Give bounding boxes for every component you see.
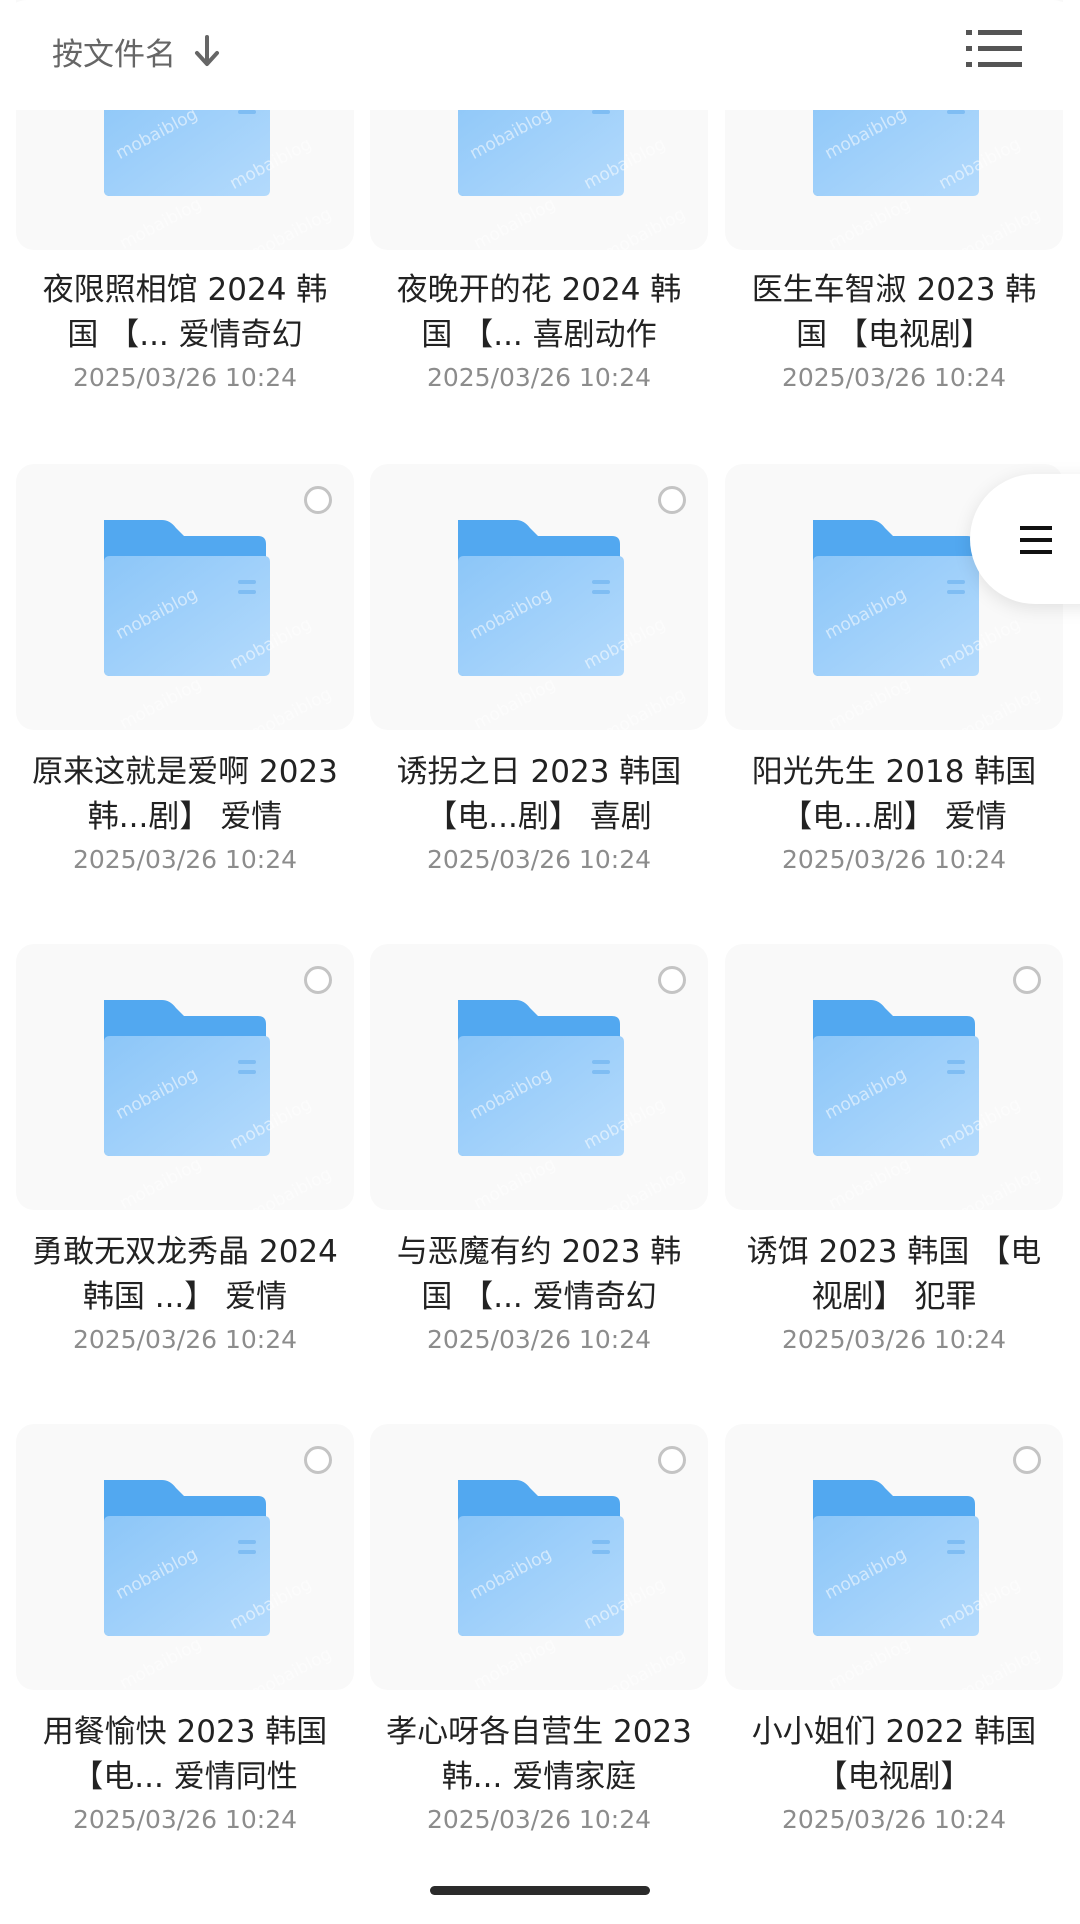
folder-caption[interactable]: 医生车智淑 2023 韩国 【电视剧】 2025/03/26 10:24 [725,268,1063,396]
folder-tile[interactable]: mobaiblog mobaiblog mobaiblog mobaiblog [16,944,354,1210]
folder-icon [813,1480,979,1636]
watermark-text: mobaiblog [825,1154,915,1210]
folder-icon [813,520,979,676]
folder-icon [458,1480,624,1636]
folder-date: 2025/03/26 10:24 [426,363,652,392]
watermark-text: mobaiblog [246,1644,336,1690]
folder-date: 2025/03/26 10:24 [781,845,1007,874]
file-grid: mobaiblog mobaiblog mobaiblog mobaiblog 夜限照相… [0,0,1080,1924]
select-radio[interactable] [304,1446,332,1474]
watermark-text: mobaiblog [246,684,336,730]
folder-name: 用餐愉快 2023 韩国 【电... 爱情同性 [42,1714,328,1795]
folder-icon [104,1000,270,1156]
folder-date: 2025/03/26 10:24 [426,1325,652,1354]
sort-by-name-button[interactable]: 按文件名 [52,26,220,76]
folder-tile[interactable]: mobaiblog mobaiblog mobaiblog mobaiblog [370,944,708,1210]
watermark-text: mobaiblog [246,1164,336,1210]
select-radio[interactable] [304,966,332,994]
folder-date: 2025/03/26 10:24 [781,1805,1007,1834]
watermark-text: mobaiblog [600,204,690,250]
watermark-text: mobaiblog [600,1644,690,1690]
folder-icon [458,520,624,676]
watermark-text: mobaiblog [470,1154,560,1210]
folder-caption[interactable]: 用餐愉快 2023 韩国 【电... 爱情同性 2025/03/26 10:24 [16,1710,354,1838]
folder-tile[interactable]: mobaiblog mobaiblog mobaiblog mobaiblog [16,464,354,730]
folder-icon [458,1000,624,1156]
select-radio[interactable] [658,486,686,514]
folder-caption[interactable]: 小小姐们 2022 韩国 【电视剧】 2025/03/26 10:24 [725,1710,1063,1838]
menu-icon [1020,526,1052,554]
folder-tile[interactable]: mobaiblog mobaiblog mobaiblog mobaiblog [725,1424,1063,1690]
folder-name: 与恶魔有约 2023 韩国 【... 爱情奇幻 [396,1234,682,1315]
folder-name: 孝心呀各自营生 2023 韩... 爱情家庭 [386,1714,692,1795]
folder-caption[interactable]: 诱饵 2023 韩国 【电视剧】 犯罪 2025/03/26 10:24 [725,1230,1063,1358]
folder-caption[interactable]: 夜晚开的花 2024 韩国 【... 喜剧动作 2025/03/26 10:24 [370,268,708,396]
folder-caption[interactable]: 勇敢无双龙秀晶 2024 韩国 ...】 爱情 2025/03/26 10:24 [16,1230,354,1358]
folder-tile[interactable]: mobaiblog mobaiblog mobaiblog mobaiblog [725,944,1063,1210]
watermark-text: mobaiblog [116,1634,206,1690]
watermark-text: mobaiblog [470,1634,560,1690]
list-view-icon[interactable] [966,24,1022,74]
watermark-text: mobaiblog [825,674,915,730]
select-radio[interactable] [1013,1446,1041,1474]
watermark-text: mobaiblog [600,684,690,730]
folder-date: 2025/03/26 10:24 [781,1325,1007,1354]
select-radio[interactable] [304,486,332,514]
folder-name: 夜晚开的花 2024 韩国 【... 喜剧动作 [396,272,682,353]
sort-label: 按文件名 [52,36,176,73]
folder-date: 2025/03/26 10:24 [781,363,1007,392]
watermark-text: mobaiblog [116,674,206,730]
watermark-text: mobaiblog [470,674,560,730]
arrow-down-icon [195,35,219,66]
watermark-text: mobaiblog [116,194,206,250]
folder-date: 2025/03/26 10:24 [426,1805,652,1834]
folder-caption[interactable]: 诱拐之日 2023 韩国 【电...剧】 喜剧 2025/03/26 10:24 [370,750,708,878]
select-radio[interactable] [658,1446,686,1474]
folder-icon [104,520,270,676]
folder-name: 阳光先生 2018 韩国 【电...剧】 爱情 [751,754,1037,835]
sort-toolbar: 按文件名 [0,0,1080,110]
select-radio[interactable] [1013,966,1041,994]
folder-caption[interactable]: 孝心呀各自营生 2023 韩... 爱情家庭 2025/03/26 10:24 [370,1710,708,1838]
folder-caption[interactable]: 原来这就是爱啊 2023 韩...剧】 爱情 2025/03/26 10:24 [16,750,354,878]
home-indicator[interactable] [430,1886,650,1895]
folder-date: 2025/03/26 10:24 [72,363,298,392]
folder-caption[interactable]: 阳光先生 2018 韩国 【电...剧】 爱情 2025/03/26 10:24 [725,750,1063,878]
folder-caption[interactable]: 夜限照相馆 2024 韩国 【... 爱情奇幻 2025/03/26 10:24 [16,268,354,396]
folder-date: 2025/03/26 10:24 [72,1325,298,1354]
watermark-text: mobaiblog [955,684,1045,730]
folder-date: 2025/03/26 10:24 [426,845,652,874]
folder-name: 原来这就是爱啊 2023 韩...剧】 爱情 [32,754,338,835]
folder-caption[interactable]: 与恶魔有约 2023 韩国 【... 爱情奇幻 2025/03/26 10:24 [370,1230,708,1358]
watermark-text: mobaiblog [470,194,560,250]
folder-name: 夜限照相馆 2024 韩国 【... 爱情奇幻 [42,272,328,353]
folder-tile[interactable]: mobaiblog mobaiblog mobaiblog mobaiblog [16,1424,354,1690]
folder-icon [104,1480,270,1636]
watermark-text: mobaiblog [955,204,1045,250]
watermark-text: mobaiblog [955,1644,1045,1690]
watermark-text: mobaiblog [116,1154,206,1210]
folder-date: 2025/03/26 10:24 [72,1805,298,1834]
folder-name: 诱拐之日 2023 韩国 【电...剧】 喜剧 [396,754,682,835]
folder-name: 勇敢无双龙秀晶 2024 韩国 ...】 爱情 [32,1234,338,1315]
folder-date: 2025/03/26 10:24 [72,845,298,874]
folder-name: 小小姐们 2022 韩国 【电视剧】 [751,1714,1037,1795]
folder-tile[interactable]: mobaiblog mobaiblog mobaiblog mobaiblog [370,464,708,730]
watermark-text: mobaiblog [955,1164,1045,1210]
watermark-text: mobaiblog [246,204,336,250]
folder-name: 医生车智淑 2023 韩国 【电视剧】 [751,272,1037,353]
select-radio[interactable] [658,966,686,994]
folder-tile[interactable]: mobaiblog mobaiblog mobaiblog mobaiblog [370,1424,708,1690]
watermark-text: mobaiblog [825,1634,915,1690]
watermark-text: mobaiblog [825,194,915,250]
folder-name: 诱饵 2023 韩国 【电视剧】 犯罪 [746,1234,1042,1315]
folder-icon [813,1000,979,1156]
watermark-text: mobaiblog [600,1164,690,1210]
